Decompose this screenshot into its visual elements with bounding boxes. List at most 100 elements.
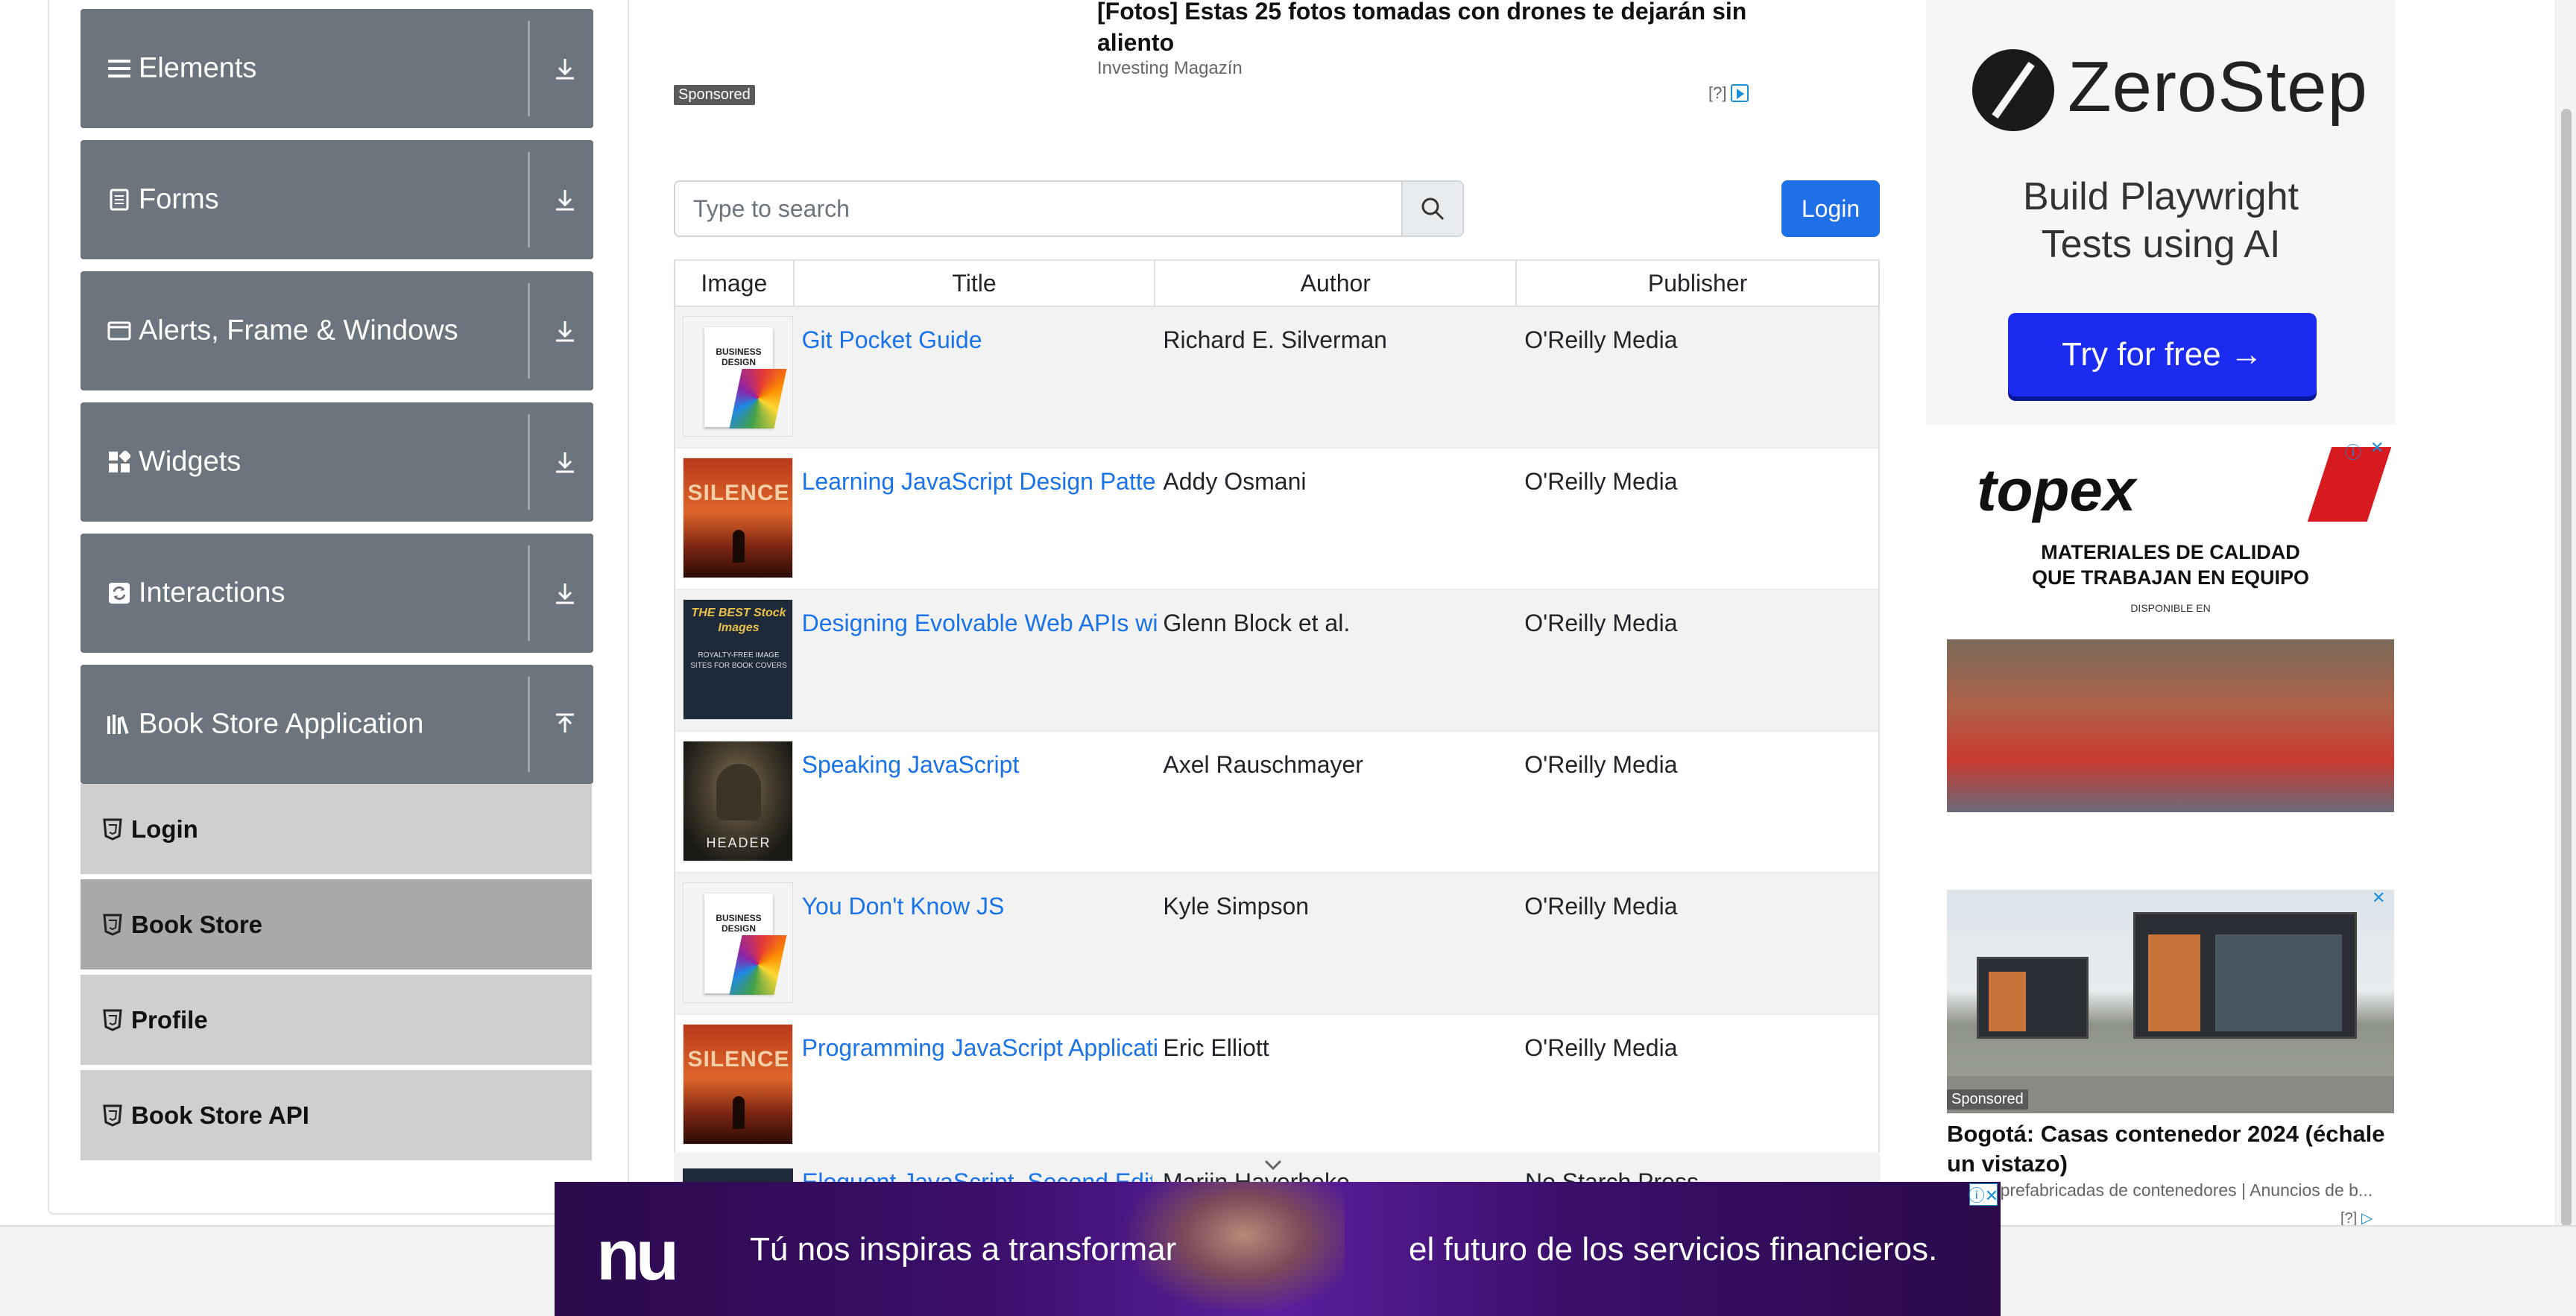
author-cell: Glenn Block et al.	[1163, 610, 1351, 636]
sidebar-item-login[interactable]: Login	[80, 784, 592, 876]
topex-available-text: DISPONIBLE EN	[2130, 602, 2211, 614]
search-button[interactable]	[1401, 182, 1462, 235]
author-cell: Addy Osmani	[1163, 468, 1307, 495]
nu-logo: nu	[596, 1215, 679, 1295]
zerostep-ad[interactable]: ZeroStep Build Playwright Tests using AI…	[1926, 0, 2396, 425]
book-title-link[interactable]: Designing Evolvable Web APIs with ASP.NE…	[802, 610, 1157, 637]
title-cell: Speaking JavaScript	[795, 732, 1156, 872]
refresh-icon	[106, 580, 133, 607]
table-row: SILENCE Programming JavaScript Applicati…	[675, 1015, 1878, 1157]
sidebar-group-label: Alerts, Frame & Windows	[139, 314, 458, 347]
publisher-cell: O'Reilly Media	[1524, 893, 1678, 920]
sidebar-group-book-store[interactable]: Book Store Application	[80, 665, 593, 784]
column-header-publisher[interactable]: Publisher	[1517, 261, 1878, 306]
ad-close-icon[interactable]: ✕	[2372, 888, 2385, 908]
sidebar-group-interactions[interactable]: Interactions	[80, 534, 593, 653]
top-ad-title[interactable]: [Fotos] Estas 25 fotos tomadas con drone…	[1097, 0, 1768, 58]
top-ad-source: Investing Magazín	[1097, 58, 1243, 78]
topex-product-photo	[1947, 639, 2394, 812]
zerostep-logo-icon	[1972, 49, 2054, 131]
sponsored-badge: Sponsored	[674, 85, 755, 105]
divider	[528, 677, 530, 772]
sponsored-badge: Sponsored	[1947, 1089, 2028, 1110]
grid-icon	[106, 449, 133, 475]
casas-ad-source: Casas prefabricadas de contenedores | An…	[1947, 1180, 2373, 1200]
download-arrow-icon[interactable]	[549, 183, 581, 216]
topex-ad[interactable]: topex MATERIALES DE CALIDAD QUE TRABAJAN…	[1947, 440, 2394, 812]
sidebar-item-book-store-api[interactable]: Book Store API	[80, 1070, 592, 1162]
book-title-link[interactable]: Programming JavaScript Applications	[802, 1034, 1157, 1062]
login-button[interactable]: Login	[1781, 180, 1880, 237]
adchoices-label: [?]	[1708, 83, 1727, 102]
ad-close-icon[interactable]: ✕	[2370, 438, 2384, 458]
image-cell: BUSINESS DESIGN	[675, 873, 795, 1013]
book-cover-image: SILENCE	[683, 1024, 793, 1145]
author-cell: Eric Elliott	[1163, 1034, 1269, 1061]
sidebar-group-widgets[interactable]: Widgets	[80, 402, 593, 522]
sidebar-item-label: Book Store API	[131, 1101, 309, 1129]
sidebar-group-forms[interactable]: Forms	[80, 140, 593, 259]
book-cover-image: HEADER	[683, 741, 793, 861]
zerostep-tagline: Build Playwright Tests using AI	[2023, 175, 2299, 266]
column-header-title[interactable]: Title	[795, 261, 1156, 306]
author-cell: Richard E. Silverman	[1163, 326, 1387, 353]
column-header-author[interactable]: Author	[1155, 261, 1518, 306]
upload-arrow-icon[interactable]	[549, 708, 581, 741]
banner-text-right: el futuro de los servicios financieros.	[1409, 1231, 1938, 1268]
sidebar-item-label: Profile	[131, 1005, 208, 1034]
book-cover-image: THE BEST Stock Images ROYALTY-FREE IMAGE…	[683, 599, 793, 720]
title-cell: Designing Evolvable Web APIs with ASP.NE…	[795, 590, 1157, 730]
sidebar-group-label: Book Store Application	[139, 708, 424, 740]
sidebar-group-elements[interactable]: Elements	[80, 9, 593, 128]
image-cell: BUSINESS DESIGN	[675, 307, 795, 447]
try-for-free-button[interactable]: Try for free →	[2008, 313, 2317, 396]
column-header-image[interactable]: Image	[675, 261, 795, 306]
search-input[interactable]	[675, 182, 1401, 235]
ad-close-icon[interactable]: ⓘ✕	[1969, 1183, 1998, 1206]
page: Elements Forms Alerts, Frame & Windows W…	[0, 0, 2576, 1316]
download-arrow-icon[interactable]	[549, 314, 581, 347]
scrollbar-thumb[interactable]	[2561, 109, 2572, 1227]
ad-info-icon[interactable]: ⓘ	[2345, 440, 2361, 464]
title-cell: Programming JavaScript Applications	[795, 1015, 1157, 1155]
sidebar-group-label: Forms	[139, 183, 219, 215]
table-row: HEADER Speaking JavaScript Axel Rauschma…	[675, 732, 1878, 873]
image-cell: HEADER	[675, 732, 795, 872]
sidebar-item-book-store[interactable]: Book Store	[80, 879, 592, 972]
book-title-link[interactable]: Learning JavaScript Design Patterns	[802, 468, 1157, 496]
zerostep-name: ZeroStep	[2068, 47, 2368, 127]
search-icon	[1421, 197, 1445, 221]
document-icon	[106, 186, 133, 213]
download-arrow-icon[interactable]	[549, 446, 581, 478]
book-title-link[interactable]: Eloquent JavaScript, Second Edition	[802, 1168, 1152, 1182]
html-badge-icon	[103, 1104, 122, 1127]
image-cell: SILENCE	[675, 1015, 795, 1155]
divider	[528, 152, 530, 247]
divider	[528, 283, 530, 379]
book-cover-image: BUSINESS DESIGN	[683, 882, 793, 1003]
divider	[528, 21, 530, 116]
casas-ad-title[interactable]: Bogotá: Casas contenedor 2024 (échale un…	[1947, 1119, 2409, 1179]
table-row: SILENCE Learning JavaScript Design Patte…	[675, 449, 1878, 590]
download-arrow-icon[interactable]	[549, 577, 581, 610]
sidebar-group-label: Elements	[139, 52, 257, 84]
chevron-down-icon[interactable]	[1263, 1154, 1284, 1174]
image-cell: SILENCE	[675, 449, 795, 589]
book-title-link[interactable]: You Don't Know JS	[802, 893, 1157, 920]
sidebar-item-profile[interactable]: Profile	[80, 975, 592, 1067]
table-header: Image Title Author Publisher	[675, 261, 1878, 307]
nu-banner-ad[interactable]: nu Tú nos inspiras a transformar el futu…	[555, 1182, 2001, 1316]
book-title-link[interactable]: Speaking JavaScript	[802, 751, 1157, 779]
book-title-link[interactable]: Git Pocket Guide	[802, 326, 1157, 354]
casas-ad-image[interactable]	[1947, 890, 2394, 1113]
sidebar-group-alerts[interactable]: Alerts, Frame & Windows	[80, 271, 593, 390]
publisher-cell: O'Reilly Media	[1524, 751, 1678, 778]
list-icon	[106, 55, 133, 82]
image-cell: THE BEST Stock Images ROYALTY-FREE IMAGE…	[675, 590, 795, 730]
download-arrow-icon[interactable]	[549, 52, 581, 85]
books-icon	[106, 711, 133, 738]
author-cell: Kyle Simpson	[1163, 893, 1310, 920]
search-box	[674, 180, 1464, 237]
adchoices[interactable]: [?]	[1708, 83, 1749, 103]
publisher-cell: O'Reilly Media	[1524, 1034, 1678, 1061]
